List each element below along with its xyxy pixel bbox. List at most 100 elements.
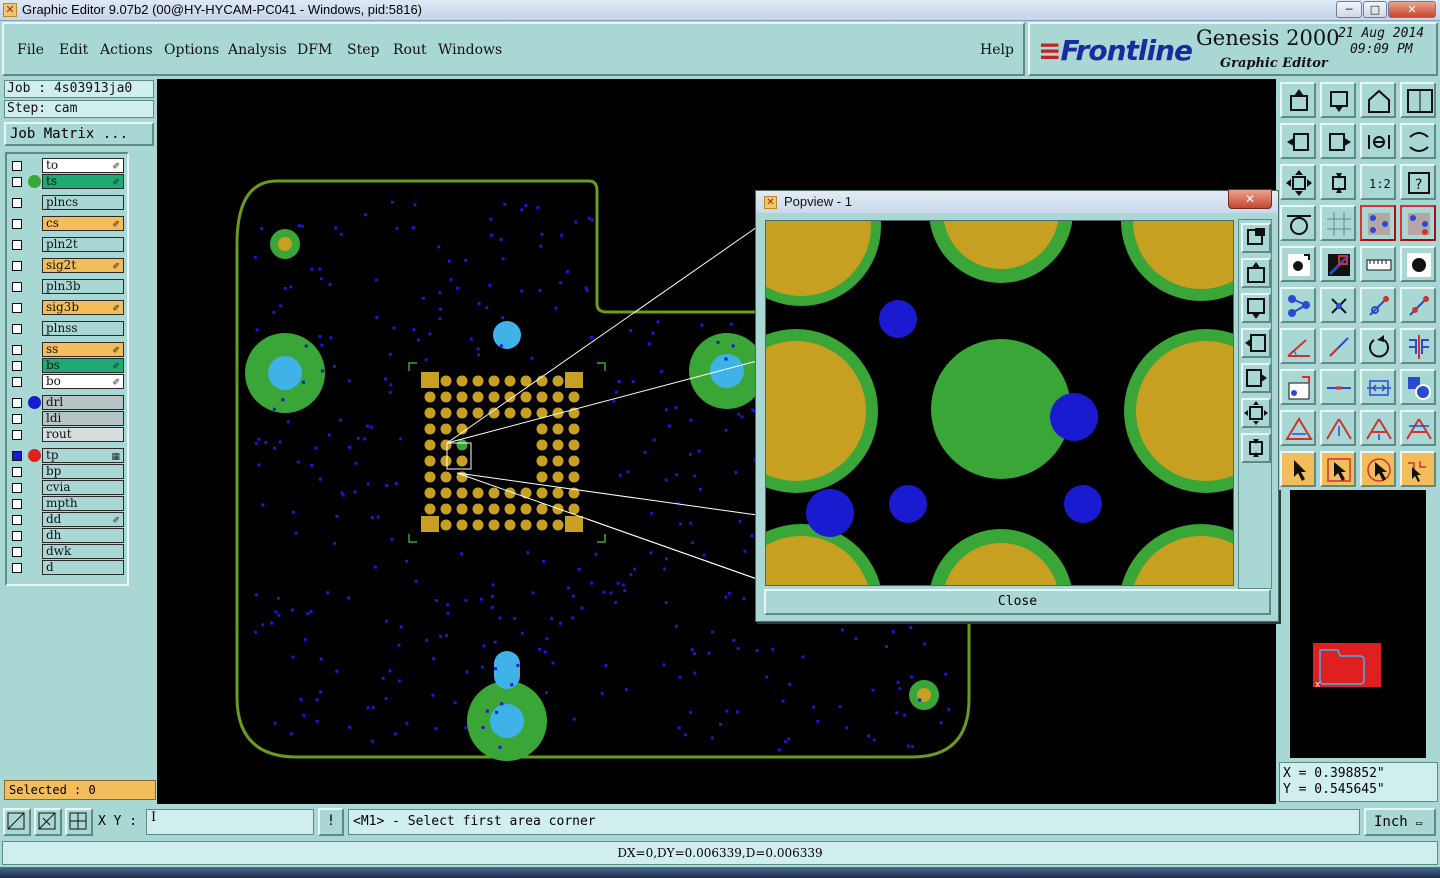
layer-name[interactable]: ss ✐ [42, 342, 124, 357]
layer-row-bp[interactable]: bp [7, 464, 127, 479]
layer-row-pln2t[interactable]: pln2t [7, 237, 127, 252]
layer-checkbox[interactable] [12, 398, 22, 408]
help-tool[interactable]: ? [1400, 164, 1436, 200]
layer-checkbox[interactable] [12, 240, 22, 250]
layer-row-plncs[interactable]: plncs [7, 195, 127, 210]
angle-snap-button[interactable] [34, 808, 62, 836]
shapes-tool[interactable] [1400, 369, 1436, 405]
layer-name[interactable]: to ✐ [42, 158, 124, 173]
menu-actions[interactable]: Actions [100, 42, 153, 58]
layer-row-dwk[interactable]: dwk [7, 544, 127, 559]
arch-up-tool[interactable] [1360, 410, 1396, 446]
open-up-tool[interactable] [1280, 82, 1316, 118]
layer-name[interactable]: dh [42, 528, 124, 543]
menu-rout[interactable]: Rout [393, 42, 427, 58]
fit-tool[interactable] [1280, 164, 1316, 200]
layer-checkbox[interactable] [12, 499, 22, 509]
layer-row-cs[interactable]: cs ✐ [7, 216, 127, 231]
connect-tool[interactable] [1280, 287, 1316, 323]
layer-name[interactable]: plncs [42, 195, 124, 210]
xy-input[interactable]: I [146, 809, 314, 835]
layer-checkbox[interactable] [12, 451, 22, 461]
select-area-tool[interactable] [1360, 451, 1396, 487]
layer-name[interactable]: tp ▦ [42, 448, 124, 463]
pointer-tool[interactable] [1280, 451, 1316, 487]
alert-button[interactable]: ! [318, 808, 344, 836]
layer-checkbox[interactable] [12, 161, 22, 171]
layer-row-plnss[interactable]: plnss [7, 321, 127, 336]
home-tool[interactable] [1360, 82, 1396, 118]
snap-tool[interactable] [1280, 246, 1316, 282]
layer-name[interactable]: pln3b [42, 279, 124, 294]
popview-pan-up-tool[interactable] [1241, 258, 1271, 288]
layer-name[interactable]: drl [42, 395, 124, 410]
layer-checkbox[interactable] [12, 261, 22, 271]
layer-checkbox[interactable] [12, 430, 22, 440]
layer-checkbox[interactable] [12, 219, 22, 229]
layer-row-dd[interactable]: dd ✐ [7, 512, 127, 527]
arc-tool[interactable] [1400, 123, 1436, 159]
layer-checkbox[interactable] [12, 198, 22, 208]
pick-red2-tool[interactable] [1400, 287, 1436, 323]
popview-canvas[interactable] [765, 220, 1234, 586]
popview-zoom-tool[interactable] [1241, 223, 1271, 253]
layer-name[interactable]: sig2t ✐ [42, 258, 124, 273]
menu-dfm[interactable]: DFM [297, 42, 332, 58]
prev-tool[interactable] [1280, 123, 1316, 159]
layer-name[interactable]: cvia [42, 480, 124, 495]
overview-panel[interactable]: x [1290, 490, 1426, 758]
settings-tool[interactable] [1280, 205, 1316, 241]
arch-down-tool[interactable] [1400, 410, 1436, 446]
multi-select-tool[interactable] [1400, 451, 1436, 487]
next-tool[interactable] [1320, 123, 1356, 159]
triangle-tool[interactable] [1280, 410, 1316, 446]
menu-options[interactable]: Options [164, 42, 219, 58]
layer-row-dh[interactable]: dh [7, 528, 127, 543]
angle-tool[interactable] [1280, 328, 1316, 364]
snap-mode-button[interactable] [3, 808, 31, 836]
layer-checkbox[interactable] [12, 467, 22, 477]
layer-checkbox[interactable] [12, 414, 22, 424]
swap-tool[interactable] [1360, 123, 1396, 159]
popview-pan-right-tool[interactable] [1241, 363, 1271, 393]
popview-center-tool[interactable] [1241, 433, 1271, 463]
layer-row-ss[interactable]: ss ✐ [7, 342, 127, 357]
cross-tool[interactable] [1320, 287, 1356, 323]
layer-row-mpth[interactable]: mpth [7, 496, 127, 511]
layer-name[interactable]: rout [42, 427, 124, 442]
pick-red-tool[interactable] [1360, 287, 1396, 323]
layer-checkbox[interactable] [12, 361, 22, 371]
layer-row-to[interactable]: to ✐ [7, 158, 127, 173]
layer-name[interactable]: bo ✐ [42, 374, 124, 389]
layer-checkbox[interactable] [12, 377, 22, 387]
layer-name[interactable]: ldi [42, 411, 124, 426]
layer-row-bo[interactable]: bo ✐ [7, 374, 127, 389]
popview-pan-left-tool[interactable] [1241, 328, 1271, 358]
layer-checkbox[interactable] [12, 483, 22, 493]
popview-fit-tool[interactable] [1241, 398, 1271, 428]
layer-name[interactable]: bp [42, 464, 124, 479]
layer-name[interactable]: dwk [42, 544, 124, 559]
layer-checkbox[interactable] [12, 345, 22, 355]
measure-tool[interactable] [1360, 369, 1396, 405]
layer-checkbox[interactable] [12, 282, 22, 292]
menu-file[interactable]: File [17, 42, 44, 58]
scale-1-2-tool[interactable]: 1:2 [1360, 164, 1396, 200]
layer-checkbox[interactable] [12, 515, 22, 525]
dot-tool[interactable] [1400, 246, 1436, 282]
menu-step[interactable]: Step [347, 42, 379, 58]
layer-name[interactable]: pln2t [42, 237, 124, 252]
grid-snap-button[interactable] [65, 808, 93, 836]
job-matrix-button[interactable]: Job Matrix ... [4, 122, 154, 146]
popview-close-x[interactable]: ✕ [1228, 189, 1272, 209]
layer-row-tp[interactable]: tp ▦ [7, 448, 127, 463]
layer-checkbox[interactable] [12, 531, 22, 541]
popview-pan-down-tool[interactable] [1241, 293, 1271, 323]
color-tool[interactable] [1320, 246, 1356, 282]
close-button[interactable]: ✕ [1388, 1, 1436, 18]
layer-name[interactable]: dd ✐ [42, 512, 124, 527]
layer-checkbox[interactable] [12, 177, 22, 187]
layer-name[interactable]: plnss [42, 321, 124, 336]
layer-name[interactable]: sig3b ✐ [42, 300, 124, 315]
mirror-tool[interactable] [1400, 328, 1436, 364]
